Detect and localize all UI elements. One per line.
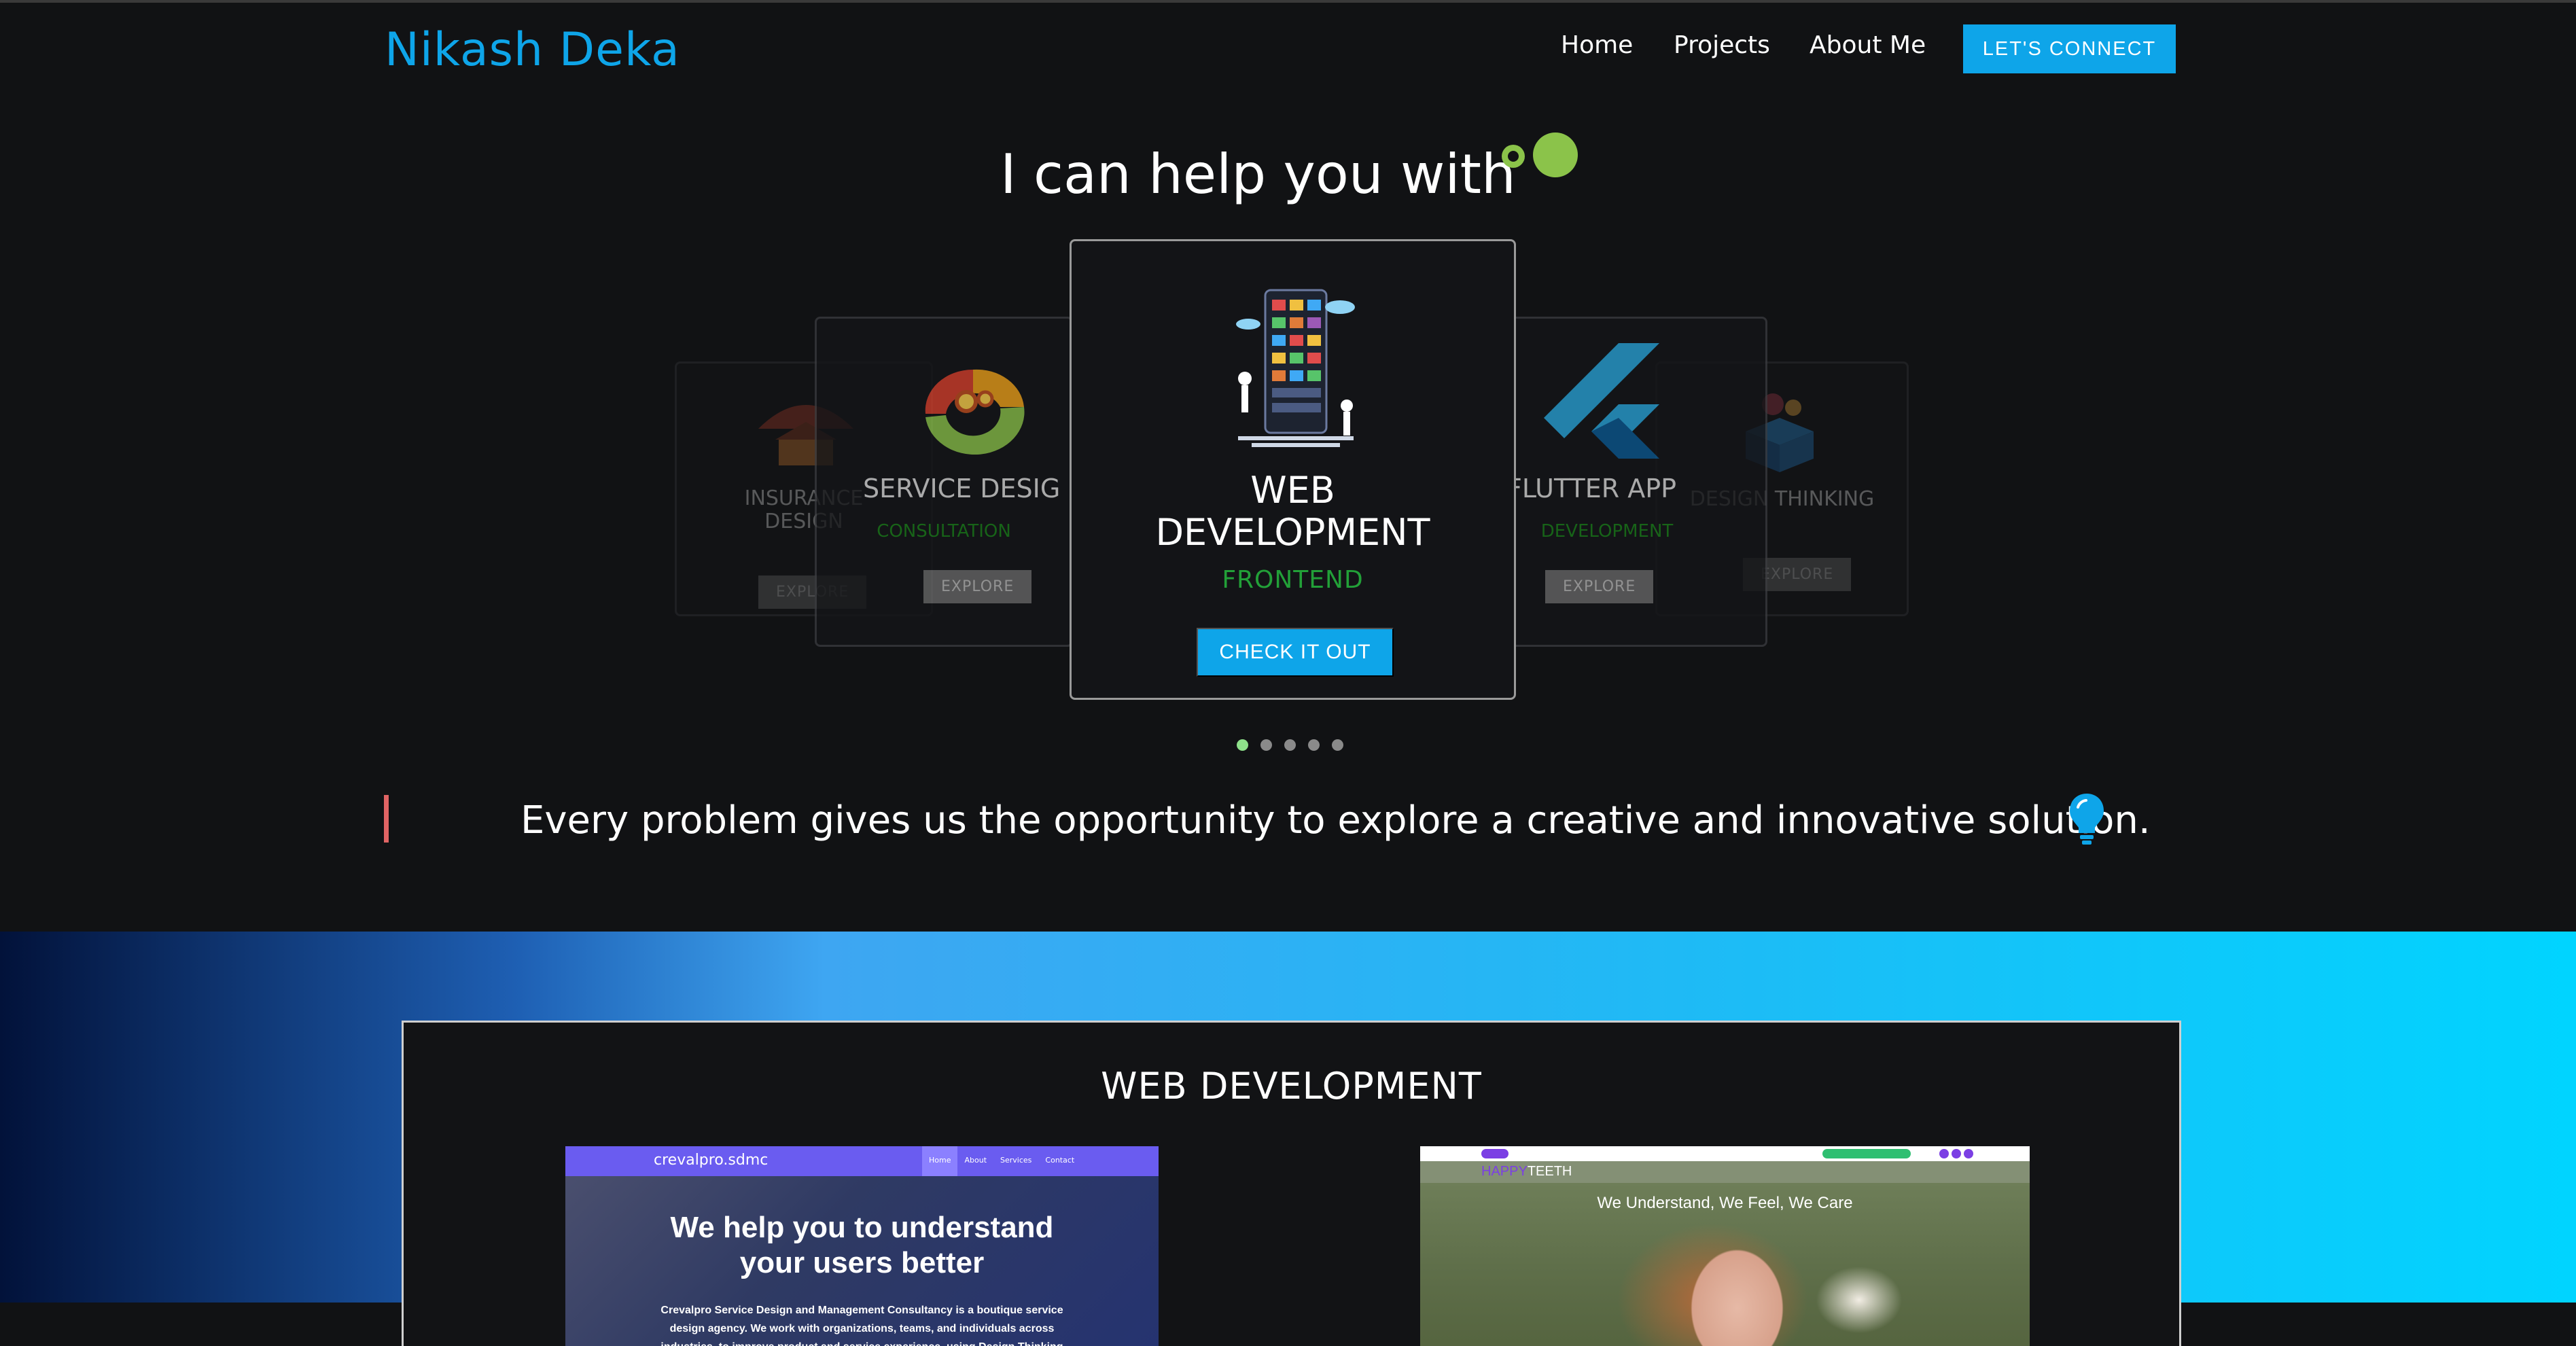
carousel-dot[interactable]: [1237, 739, 1248, 751]
crevalpro-nav-contact: Contact: [1045, 1156, 1075, 1165]
card-main-subtitle: FRONTEND: [1222, 566, 1364, 594]
card-service-subtitle: CONSULTATION: [877, 521, 1011, 542]
card-service-explore-button[interactable]: EXPLORE: [923, 570, 1032, 603]
happyteeth-topbar: [1420, 1146, 2030, 1161]
crevalpro-hero: We help you to understand your users bet…: [565, 1176, 1159, 1346]
card-main-title-2: DEVELOPMENT: [1155, 511, 1430, 554]
crevalpro-nav-home: Home: [922, 1146, 958, 1176]
card-web-development[interactable]: WEB DEVELOPMENT FRONTEND CHECK IT OUT: [1070, 239, 1516, 700]
card-flutter-app[interactable]: FLUTTER APP DEVELOPMENT EXPLORE: [1501, 317, 1767, 647]
carousel-dot[interactable]: [1260, 739, 1272, 751]
crevalpro-nav-links: Home About Services Contact: [922, 1146, 1081, 1176]
happyteeth-logo: HAPPYTEETH: [1481, 1164, 1572, 1180]
web-development-projects-panel: WEB DEVELOPMENT crevalpro.sdmc Home Abou…: [402, 1021, 2181, 1346]
card-main-title-1: WEB: [1250, 469, 1335, 512]
carousel-dot[interactable]: [1332, 739, 1343, 751]
crevalpro-brand: crevalpro.sdmc: [654, 1152, 769, 1169]
crevalpro-description: Crevalpro Service Design and Management …: [660, 1305, 1063, 1346]
card-service-title: SERVICE DESIG: [863, 474, 1061, 503]
happyteeth-project-screenshot[interactable]: HAPPYTEETH We Understand, We Feel, We Ca…: [1420, 1146, 2030, 1346]
crevalpro-nav-services: Services: [1000, 1156, 1032, 1165]
crevalpro-heading-2: your users better: [739, 1246, 985, 1279]
services-carousel: INSURANCE DESIGN EXPLORE DESIGN THINKING…: [0, 0, 2576, 747]
crevalpro-nav-about: About: [964, 1156, 987, 1165]
card-service-design[interactable]: SERVICE DESIG CONSULTATION EXPLORE: [815, 317, 1073, 647]
card-flutter-title: FLUTTER APP: [1507, 474, 1677, 503]
quote-accent-bar: [384, 795, 389, 843]
card-flutter-subtitle: DEVELOPMENT: [1540, 521, 1674, 542]
inspiration-quote: Every problem gives us the opportunity t…: [521, 798, 2151, 843]
web-development-illustration-icon: [1236, 289, 1355, 447]
happyteeth-logo-rest: TEETH: [1527, 1164, 1572, 1179]
carousel-dot[interactable]: [1284, 739, 1296, 751]
happyteeth-tagline: We Understand, We Feel, We Care: [1597, 1194, 1853, 1212]
web-development-section-title: WEB DEVELOPMENT: [1101, 1065, 1482, 1108]
check-it-out-button[interactable]: CHECK IT OUT: [1197, 628, 1394, 677]
carousel-dot[interactable]: [1308, 739, 1320, 751]
strategy-cycle-icon: [925, 369, 1025, 455]
crevalpro-heading-1: We help you to understand: [670, 1211, 1054, 1244]
card-flutter-explore-button[interactable]: EXPLORE: [1545, 570, 1654, 603]
lightbulb-icon: [2070, 794, 2104, 845]
crevalpro-navbar: crevalpro.sdmc Home About Services Conta…: [565, 1146, 1159, 1176]
carousel-pagination: [1237, 739, 1343, 751]
card-main-title: WEB DEVELOPMENT: [1072, 470, 1514, 554]
happyteeth-logo-accent: HAPPY: [1481, 1164, 1528, 1179]
crevalpro-project-screenshot[interactable]: crevalpro.sdmc Home About Services Conta…: [565, 1146, 1159, 1346]
crevalpro-heading: We help you to understand your users bet…: [565, 1210, 1159, 1281]
flutter-logo-icon: [1544, 343, 1659, 459]
